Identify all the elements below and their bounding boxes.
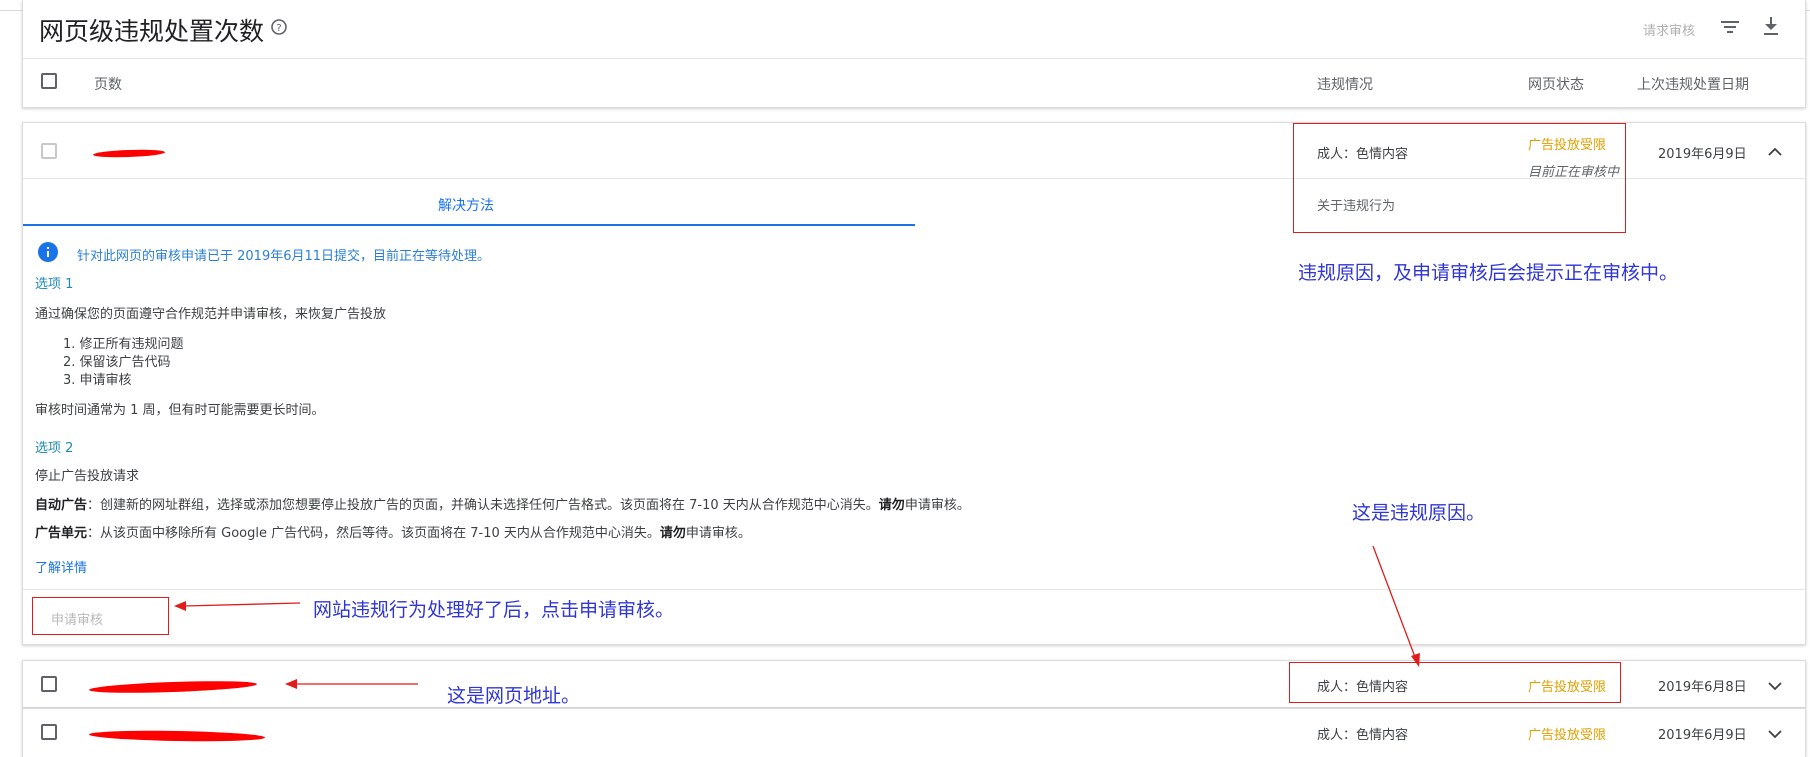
ad-units-tail: 申请审核。 [685,526,751,541]
col-header-last-date: 上次违规处置日期 [1637,77,1749,93]
row-violation: 成人：色情内容 [1317,728,1409,743]
col-header-violation: 违规情况 [1317,77,1373,93]
annotation-url-hint: 这是网页地址。 [447,685,581,707]
redacted-url [88,679,258,695]
option2-desc: 停止广告投放请求 [35,469,140,484]
row-date: 2019年6月9日 [1658,728,1747,743]
annotation-box-row [1289,662,1621,703]
tab-solution[interactable]: 解决方法 [438,195,494,215]
option2-title: 选项 2 [35,441,74,456]
header-divider [23,58,1807,59]
info-icon [38,242,58,262]
row-card-2: 成人：色情内容 广告投放受限 2019年6月9日 [22,708,1806,757]
info-message: 针对此网页的审核申请已于 2019年6月11日提交，目前正在等待处理。 [77,249,491,264]
auto-ads-label: 自动广告 [35,498,88,513]
review-time-note: 审核时间通常为 1 周，但有时可能需要更长时间。 [35,403,325,418]
tab-solution-underline [23,224,915,226]
learn-more-link[interactable]: 了解详情 [35,557,87,576]
row-status: 广告投放受限 [1528,728,1607,743]
page-title: 网页级违规处置次数 [39,17,265,46]
option1-title: 选项 1 [35,277,74,292]
download-icon[interactable] [1762,16,1780,36]
auto-ads-tail: 申请审核。 [904,498,970,513]
ad-units-bold: 请勿 [659,526,686,541]
col-header-pages: 页数 [94,77,122,93]
step-3: 3. 申请审核 [63,373,132,388]
col-header-status: 网页状态 [1528,77,1584,93]
row-date: 2019年6月8日 [1658,680,1747,695]
auto-ads-line: 自动广告：创建新的网址群组，选择或添加您想要停止投放广告的页面，并确认未选择任何… [35,494,970,513]
redacted-url [92,148,166,159]
chevron-up-icon[interactable] [1767,147,1783,157]
select-all-checkbox[interactable] [41,73,57,89]
ad-units-text: ：从该页面中移除所有 Google 广告代码，然后等待。该页面将在 7-10 天… [87,526,660,541]
help-icon[interactable]: ? [270,18,288,36]
row-checkbox[interactable] [41,724,57,740]
footer-divider [23,589,1807,590]
chevron-down-icon[interactable] [1767,681,1783,691]
chevron-down-icon[interactable] [1767,729,1783,739]
row-checkbox[interactable] [41,143,57,159]
step-1: 1. 修正所有违规问题 [63,337,184,352]
annotation-box-apply [32,597,169,635]
auto-ads-text: ：创建新的网址群组，选择或添加您想要停止投放广告的页面，并确认未选择任何广告格式… [87,498,879,513]
annotation-reason: 这是违规原因。 [1352,502,1486,524]
ad-units-label: 广告单元 [35,526,88,541]
step-2: 2. 保留该广告代码 [63,355,171,370]
row-checkbox[interactable] [41,676,57,692]
annotation-apply-hint: 网站违规行为处理好了后，点击申请审核。 [313,599,675,621]
annotation-box-status [1293,123,1626,233]
auto-ads-bold: 请勿 [878,498,905,513]
option1-desc: 通过确保您的页面遵守合作规范并申请审核，来恢复广告投放 [35,307,387,322]
row-date: 2019年6月9日 [1658,147,1747,162]
ad-units-line: 广告单元：从该页面中移除所有 Google 广告代码，然后等待。该页面将在 7-… [35,522,751,541]
annotation-reason-review: 违规原因，及申请审核后会提示正在审核中。 [1298,262,1679,284]
header-card: 网页级违规处置次数 ? 请求审核 页数 违规情况 网页状态 上次违规处置日期 [22,0,1807,108]
redacted-url [88,729,266,743]
svg-text:?: ? [276,23,281,34]
filter-icon[interactable] [1720,19,1740,35]
request-review-button[interactable]: 请求审核 [1643,20,1695,39]
